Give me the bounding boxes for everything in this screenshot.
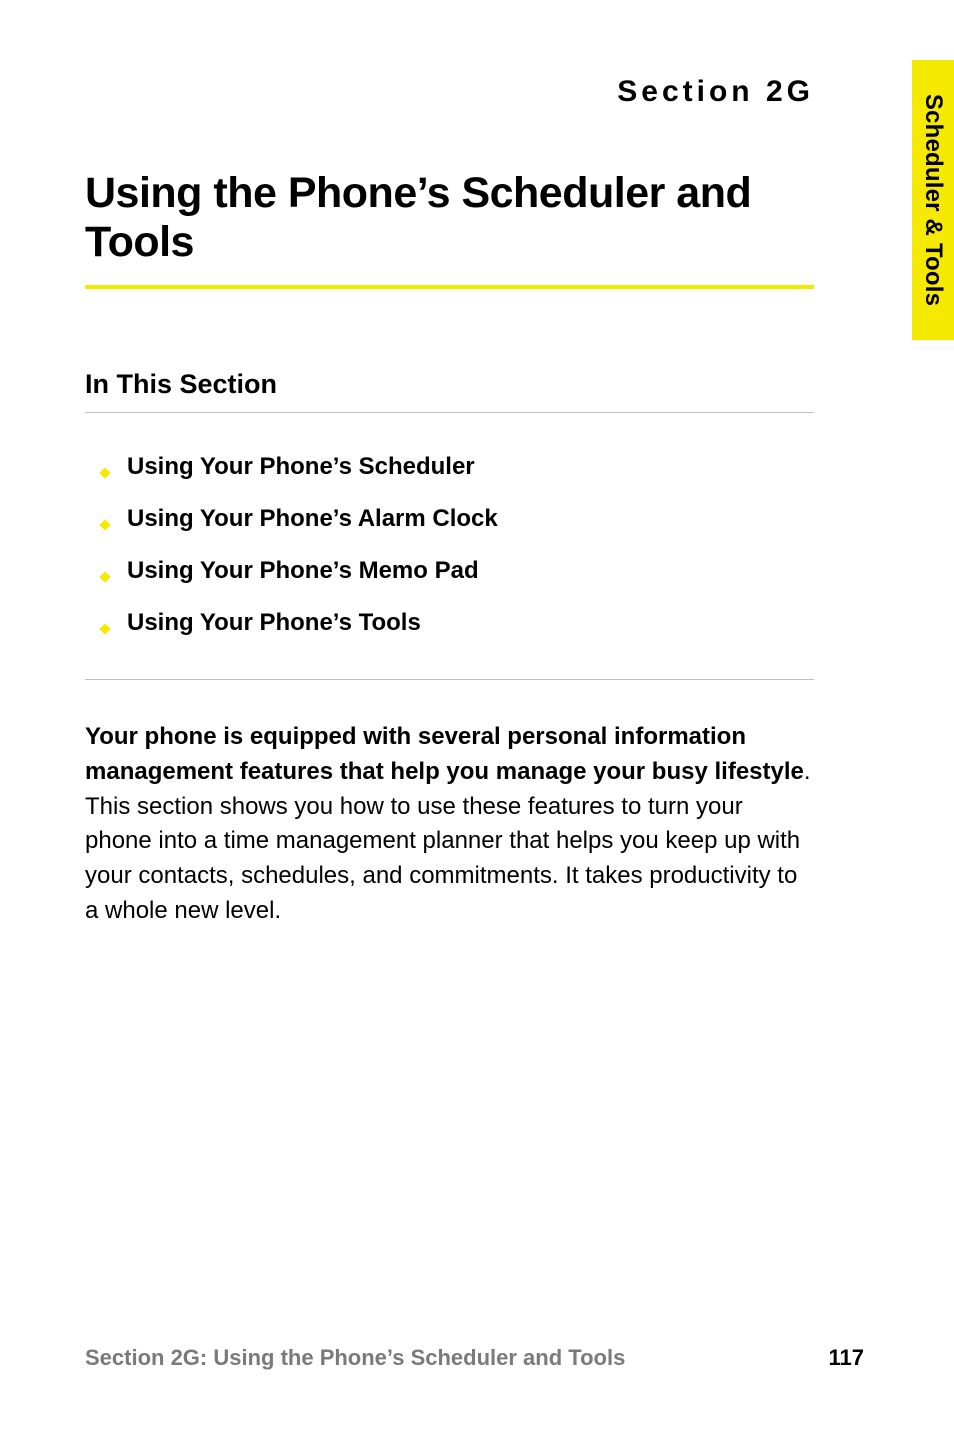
toc-item: Using Your Phone’s Memo Pad — [99, 545, 814, 597]
intro-body: This section shows you how to use these … — [85, 793, 800, 924]
footer-section-title: Section 2G: Using the Phone’s Scheduler … — [85, 1345, 625, 1371]
toc-item: Using Your Phone’s Alarm Clock — [99, 493, 814, 545]
toc-list: Using Your Phone’s Scheduler Using Your … — [85, 441, 814, 680]
intro-lead-suffix: . — [804, 758, 811, 785]
in-this-section-heading: In This Section — [85, 369, 814, 413]
page-footer: Section 2G: Using the Phone’s Scheduler … — [85, 1345, 864, 1371]
toc-item-label: Using Your Phone’s Alarm Clock — [127, 505, 498, 533]
intro-lead: Your phone is equipped with several pers… — [85, 723, 804, 785]
page-title: Using the Phone’s Scheduler and Tools — [85, 169, 814, 289]
section-label: Section 2G — [85, 75, 814, 109]
toc-item-label: Using Your Phone’s Tools — [127, 609, 421, 637]
side-tab-label: Scheduler & Tools — [919, 94, 947, 306]
toc-item: Using Your Phone’s Scheduler — [99, 441, 814, 493]
page-content: Section 2G Using the Phone’s Scheduler a… — [85, 75, 814, 1361]
side-tab: Scheduler & Tools — [912, 60, 954, 340]
toc-item-label: Using Your Phone’s Memo Pad — [127, 557, 479, 585]
toc-item: Using Your Phone’s Tools — [99, 597, 814, 649]
intro-paragraph: Your phone is equipped with several pers… — [85, 720, 814, 929]
footer-page-number: 117 — [829, 1345, 865, 1371]
toc-item-label: Using Your Phone’s Scheduler — [127, 453, 475, 481]
